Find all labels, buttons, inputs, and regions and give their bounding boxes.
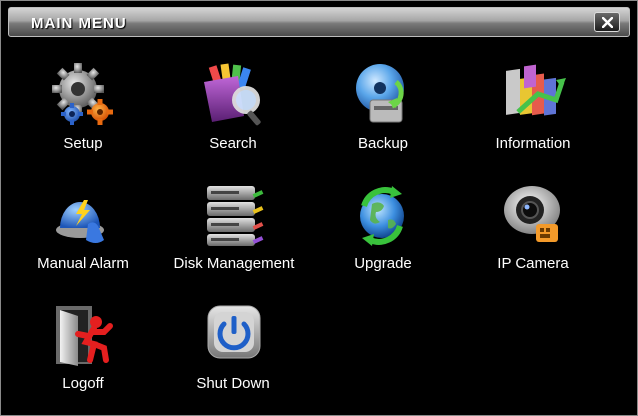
setup-label: Setup — [63, 135, 103, 152]
alarm-light-icon — [56, 200, 104, 243]
manual-alarm-label: Manual Alarm — [37, 255, 129, 272]
logoff-label: Logoff — [62, 375, 104, 392]
menu-item-upgrade[interactable]: Upgrade — [308, 182, 458, 282]
menu-item-logoff[interactable]: Logoff — [8, 302, 158, 402]
menu-item-shut-down[interactable]: Shut Down — [158, 302, 308, 402]
menu-item-information[interactable]: Information — [458, 62, 608, 162]
bar-chart-icon — [506, 64, 566, 116]
menu-item-ip-camera[interactable]: IP Camera — [458, 182, 608, 282]
upgrade-label: Upgrade — [354, 255, 412, 272]
menu-item-disk-management[interactable]: Disk Management — [144, 182, 324, 282]
menu-item-manual-alarm[interactable]: Manual Alarm — [8, 182, 158, 282]
information-label: Information — [495, 135, 571, 152]
exit-door-icon — [56, 306, 113, 366]
folder-search-icon — [204, 63, 261, 126]
backup-label: Backup — [357, 135, 409, 152]
menu-item-search[interactable]: Search — [158, 62, 308, 162]
shut-down-label: Shut Down — [196, 375, 270, 392]
power-icon — [207, 305, 261, 359]
globe-refresh-icon — [360, 186, 404, 246]
menu-item-backup[interactable]: Backup — [308, 62, 458, 162]
camera-icon — [504, 186, 560, 242]
disc-backup-icon — [356, 64, 404, 123]
ip-camera-label: IP Camera — [497, 255, 569, 272]
disk-stack-icon — [207, 186, 264, 246]
disk-management-label: Disk Management — [173, 255, 295, 272]
search-label: Search — [209, 135, 257, 152]
menu-grid: Setup Search Backup Information Manual A… — [0, 0, 638, 416]
gears-icon — [52, 63, 113, 125]
menu-item-setup[interactable]: Setup — [8, 62, 158, 162]
